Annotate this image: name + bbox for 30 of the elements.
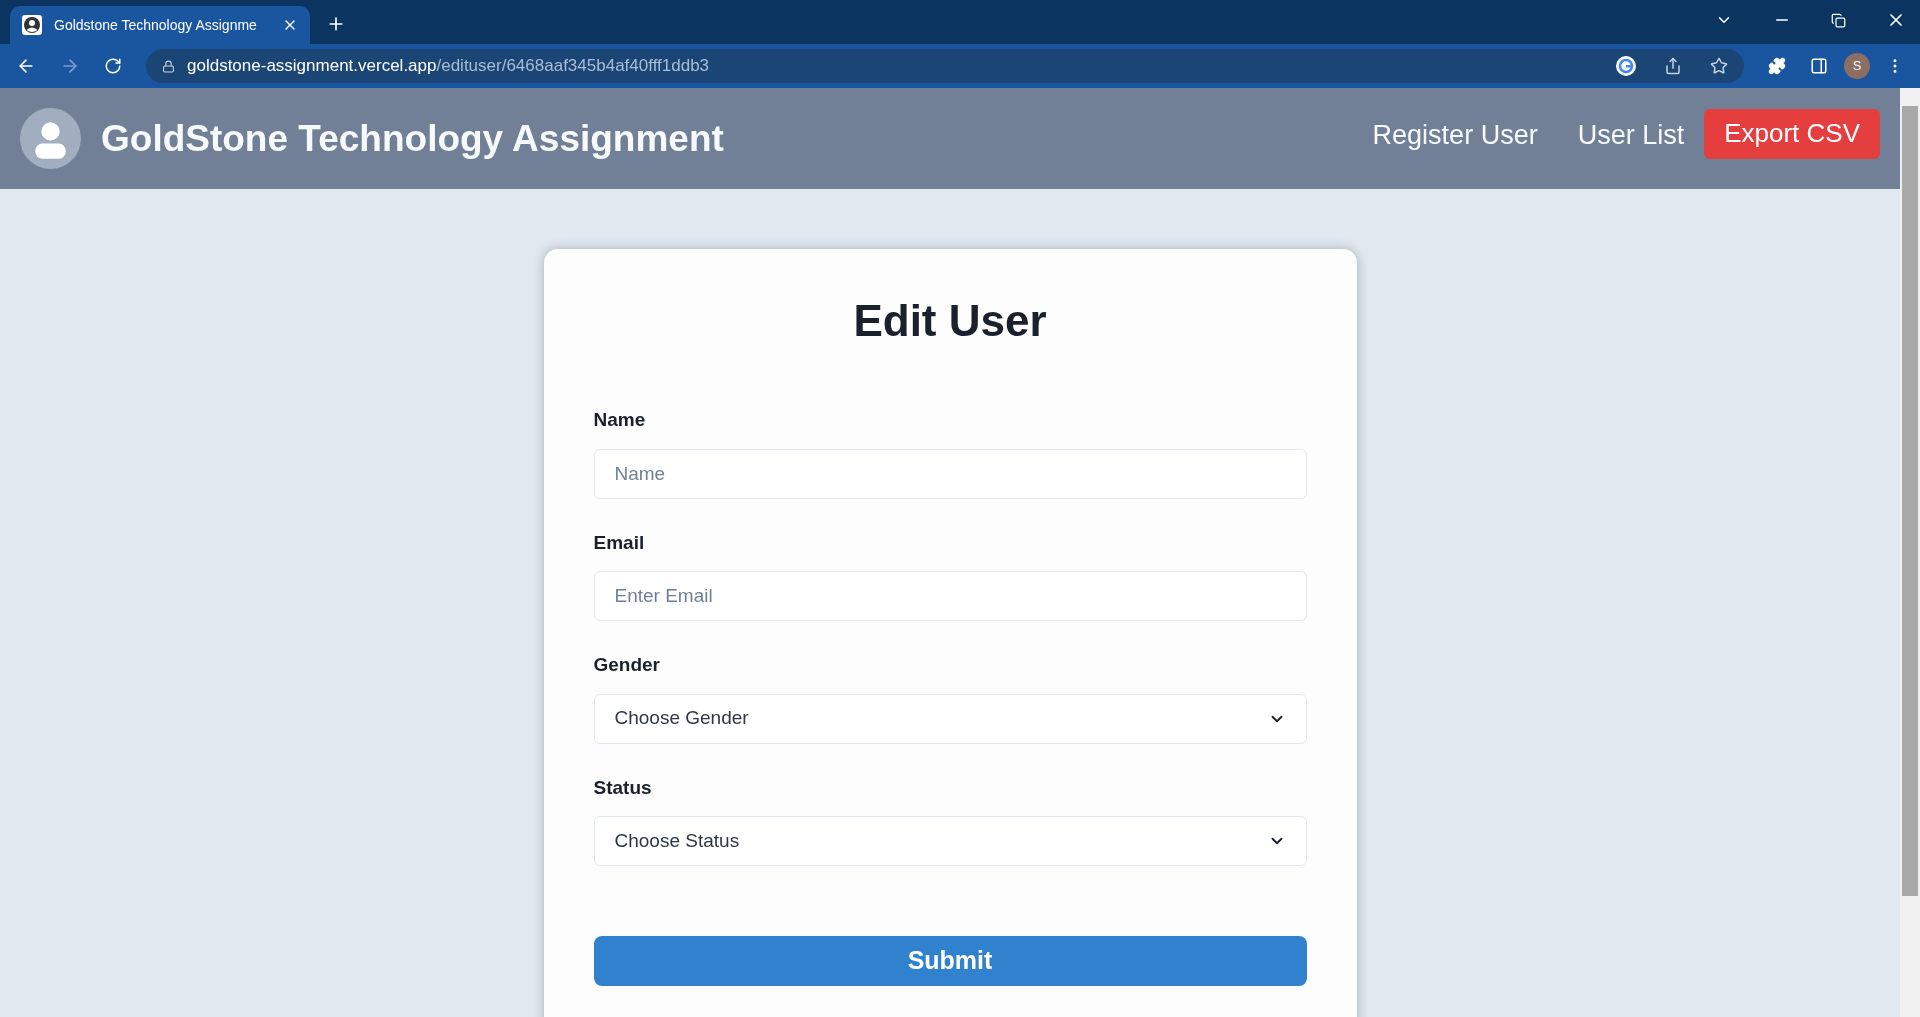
side-panel-icon[interactable] [1810,57,1828,75]
form-title: Edit User [852,299,1048,343]
select-field[interactable]: Choose Status [593,816,1307,866]
google-icon[interactable] [1616,56,1636,76]
user-avatar-icon [20,108,81,169]
submit-button[interactable]: Submit [593,936,1307,986]
url-text: goldstone-assignment.vercel.app/edituser/6468aaf345b4af40fff1ddb3 [187,55,710,78]
field-label: Name [593,408,647,432]
tab-title: Goldstone Technology Assignme [54,15,258,35]
address-bar[interactable]: goldstone-assignment.vercel.app/edituser/6468aaf345b4af40fff1ddb3 [146,49,1744,83]
nav-link[interactable]: Register User [1372,115,1538,156]
bookmark-star-icon[interactable] [1710,57,1728,75]
reload-icon[interactable] [104,57,122,75]
lock-icon [162,59,175,73]
extensions-icon[interactable] [1768,57,1786,75]
scrollbar[interactable] [1900,88,1920,1017]
input-field[interactable]: Enter Email [593,571,1307,621]
input-field[interactable]: Name [593,448,1307,499]
share-icon[interactable] [1664,57,1682,75]
browser-tab[interactable]: Goldstone Technology Assignme [10,6,310,44]
restore-icon[interactable] [1831,12,1846,28]
select-field[interactable]: Choose Gender [593,693,1307,744]
field-label: Status [593,775,653,800]
field-label: Email [593,530,646,555]
export-csv-button[interactable]: Export CSV [1704,108,1880,159]
app-title: GoldStone Technology Assignment [101,116,724,161]
field-label: Gender [593,653,662,677]
avatar-icon [22,15,42,35]
nav-link[interactable]: User List [1577,115,1685,156]
profile-avatar[interactable]: S [1844,53,1870,79]
